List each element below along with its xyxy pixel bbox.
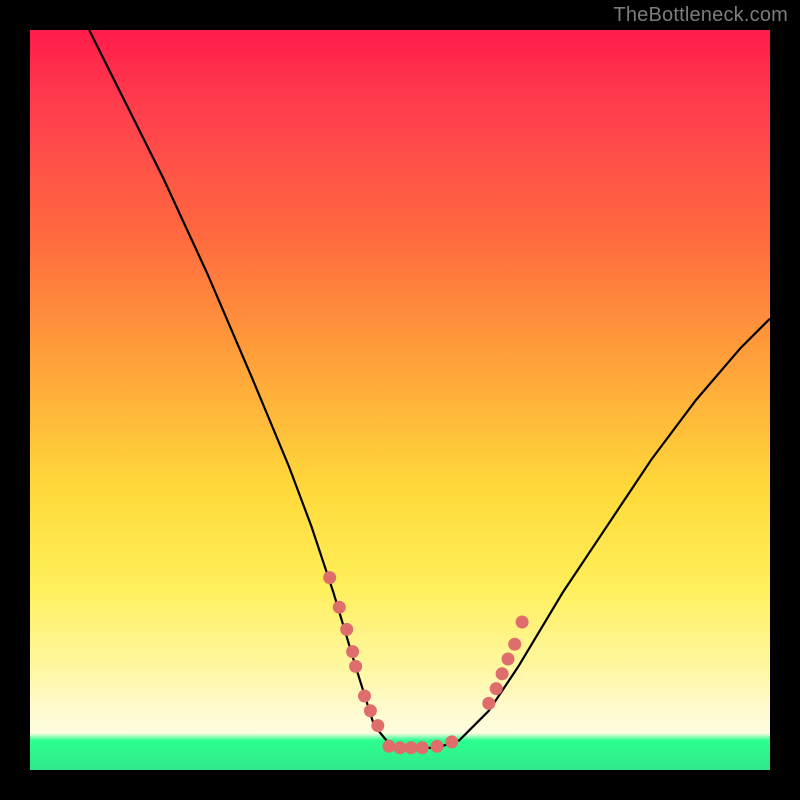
data-dot xyxy=(490,682,503,695)
data-dot xyxy=(496,667,509,680)
watermark-text: TheBottleneck.com xyxy=(613,4,788,27)
plot-area xyxy=(30,30,770,770)
data-dot xyxy=(333,601,346,614)
data-dot xyxy=(371,719,384,732)
data-dot xyxy=(364,704,377,717)
data-dot xyxy=(394,741,407,754)
data-dot xyxy=(349,660,362,673)
data-dot xyxy=(416,741,429,754)
data-dot xyxy=(405,741,418,754)
data-dot xyxy=(516,616,529,629)
data-dots xyxy=(323,571,528,754)
data-dot xyxy=(382,740,395,753)
data-dot xyxy=(346,645,359,658)
data-dot xyxy=(482,697,495,710)
outer-frame: TheBottleneck.com xyxy=(0,0,800,800)
bottleneck-curve xyxy=(89,30,770,748)
data-dot xyxy=(502,653,515,666)
data-dot xyxy=(323,571,336,584)
data-dot xyxy=(445,735,458,748)
data-dot xyxy=(358,690,371,703)
data-dot xyxy=(340,623,353,636)
chart-svg xyxy=(30,30,770,770)
data-dot xyxy=(431,740,444,753)
data-dot xyxy=(508,638,521,651)
